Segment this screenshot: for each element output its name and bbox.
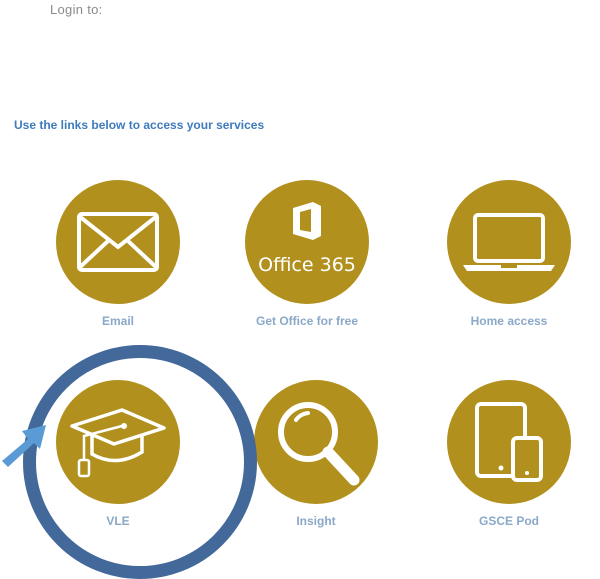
office-365-text: Office 365 [258, 254, 356, 276]
services-intro-text: Use the links below to access your servi… [14, 118, 265, 132]
insight-tile[interactable]: Insight [236, 380, 396, 528]
envelope-icon [77, 212, 159, 272]
gsce-pod-icon-circle [447, 380, 571, 504]
email-tile[interactable]: Email [38, 180, 198, 328]
get-office-label: Get Office for free [255, 314, 359, 328]
graduation-cap-icon [70, 408, 166, 478]
office-icon-circle: Office 365 [245, 180, 369, 304]
tablet-phone-icon [475, 402, 543, 482]
vle-label: VLE [106, 514, 130, 528]
office-365-icon [293, 202, 321, 240]
home-access-label: Home access [470, 314, 548, 328]
home-access-icon-circle [447, 180, 571, 304]
login-to-text: Login to: [50, 2, 103, 17]
email-label: Email [101, 314, 134, 328]
get-office-tile[interactable]: Office 365 Get Office for free [227, 180, 387, 328]
home-access-tile[interactable]: Home access [429, 180, 589, 328]
gsce-pod-label: GSCE Pod [478, 514, 539, 528]
gsce-pod-tile[interactable]: GSCE Pod [429, 380, 589, 528]
vle-icon-circle [56, 380, 180, 504]
insight-icon-circle [254, 380, 378, 504]
insight-label: Insight [296, 514, 336, 528]
laptop-icon [463, 213, 555, 271]
email-icon-circle [56, 180, 180, 304]
magnifier-icon [278, 402, 360, 486]
vle-tile[interactable]: VLE [38, 380, 198, 528]
